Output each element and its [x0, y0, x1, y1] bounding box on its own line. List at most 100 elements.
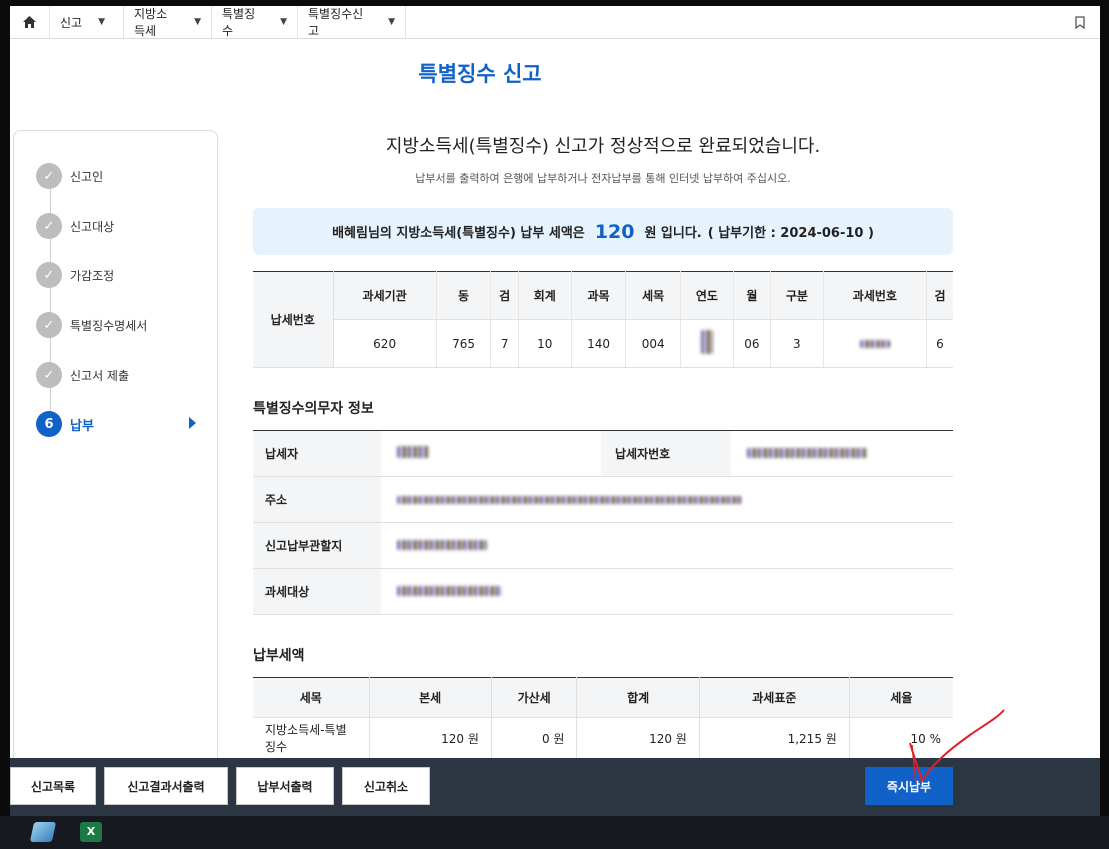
excel-app-icon[interactable]: X: [80, 822, 102, 842]
step-item: ✓ 특별징수명세서: [36, 312, 147, 338]
step-item: ✓ 가감조정: [36, 262, 114, 288]
table-row: 신고납부관할지: [253, 522, 953, 569]
column-header: 회계: [518, 271, 572, 320]
step-label: 납부: [70, 418, 94, 434]
table-cell: 6: [926, 319, 953, 368]
print-result-button[interactable]: 신고결과서출력: [104, 767, 228, 805]
column-header: 과목: [571, 271, 627, 320]
bookmark-icon: [1075, 15, 1085, 29]
table-cell: 120 원: [576, 717, 700, 760]
step-item-active: 6 납부: [36, 411, 206, 437]
pay-now-button[interactable]: 즉시납부: [865, 767, 953, 805]
tax-amount-table: 세목 본세 가산세 합계 과세표준 세율 지방소득세-특별징수 120 원 0 …: [253, 677, 953, 760]
table-cell: 06: [733, 319, 771, 368]
notepad-app-icon[interactable]: [29, 822, 57, 842]
redacted-value: [397, 446, 429, 458]
redacted-value: [859, 339, 890, 348]
page-title: 특별징수 신고: [418, 62, 542, 86]
step-number: 6: [36, 411, 62, 437]
jurisdiction-value: [381, 522, 953, 569]
completion-subtitle: 납부서를 출력하여 은행에 납부하거나 전자납부를 통해 인터넷 납부하여 주십…: [415, 172, 791, 185]
column-header: 가산세: [491, 677, 578, 718]
breadcrumb-label: 특별징수: [222, 7, 256, 38]
check-icon: ✓: [36, 262, 62, 288]
obligor-section-title: 특별징수의무자 정보: [253, 401, 374, 417]
action-bar: 신고목록 신고결과서출력 납부서출력 신고취소 즉시납부: [10, 758, 1100, 816]
table-cell-redacted: [680, 319, 734, 368]
redacted-value: [397, 539, 487, 550]
breadcrumb-label: 특별징수신고: [308, 7, 364, 38]
step-item: ✓ 신고인: [36, 163, 103, 189]
breadcrumb-item-special-collection-report[interactable]: 특별징수신고 ▼: [298, 6, 406, 39]
address-label: 주소: [253, 476, 381, 523]
check-icon: ✓: [36, 362, 62, 388]
table-row: 620 765 7 10 140 004 06 3 6: [253, 319, 953, 368]
taxpayer-no-value: [731, 430, 953, 477]
taxpayer-value: [381, 430, 601, 477]
table-cell: 140: [571, 319, 627, 368]
column-header: 세목: [253, 677, 370, 718]
step-label: 신고인: [70, 169, 104, 184]
obligor-info-table: 납세자 납세자번호 주소 신고납부관할지 과세대상: [253, 430, 953, 615]
column-header: 합계: [576, 677, 700, 718]
table-cell: 1,215 원: [699, 717, 850, 760]
table-cell: 7: [490, 319, 519, 368]
table-cell: 10: [518, 319, 572, 368]
jurisdiction-label: 신고납부관할지: [253, 522, 381, 569]
breadcrumb-item-report[interactable]: 신고 ▼: [50, 6, 124, 39]
notice-suffix: 원 입니다.: [644, 226, 702, 241]
check-icon: ✓: [36, 163, 62, 189]
column-header: 검: [926, 271, 953, 320]
address-value: [381, 476, 953, 523]
step-sidebar: ✓ 신고인 ✓ 신고대상 ✓ 가감조정 ✓ 특별징수명세서 ✓ 신고서 제출 6…: [13, 130, 218, 816]
breadcrumb-label: 지방소득세: [134, 7, 168, 38]
taxpayer-no-label: 납세자번호: [601, 430, 731, 477]
taskbar: X: [0, 816, 1109, 849]
column-header: 연도: [680, 271, 734, 320]
table-cell: 10 %: [910, 731, 942, 746]
notice-amount: 120: [594, 220, 635, 243]
column-header: 본세: [369, 677, 492, 718]
redacted-value: [700, 330, 713, 354]
notice-due-date: ( 납부기한 : 2024-06-10 ): [707, 226, 874, 241]
column-header: 세목: [625, 271, 681, 320]
redacted-value: [397, 495, 742, 504]
step-item: ✓ 신고서 제출: [36, 362, 129, 388]
table-cell: 620: [333, 319, 437, 368]
breadcrumb: 신고 ▼ 지방소득세 ▼ 특별징수 ▼ 특별징수신고 ▼: [10, 6, 1100, 39]
report-list-button[interactable]: 신고목록: [10, 767, 96, 805]
column-header: 동: [436, 271, 492, 320]
table-cell: 지방소득세-특별징수: [253, 717, 370, 760]
table-row: 과세대상: [253, 568, 953, 615]
home-button[interactable]: [10, 6, 50, 39]
check-icon: ✓: [36, 312, 62, 338]
redacted-value: [747, 447, 867, 458]
home-icon: [23, 16, 36, 28]
caret-right-icon: [189, 417, 196, 429]
chevron-down-icon: ▼: [98, 17, 106, 27]
browser-window: 신고 ▼ 지방소득세 ▼ 특별징수 ▼ 특별징수신고 ▼ 특별징수 신고 ✓ 신…: [10, 6, 1100, 816]
amount-section-title: 납부세액: [253, 648, 305, 664]
tax-amount-notice: 배혜림님의 지방소득세(특별징수) 납부 세액은 120 원 입니다. ( 납부…: [253, 208, 953, 255]
target-value: [381, 568, 953, 615]
cancel-report-button[interactable]: 신고취소: [342, 767, 430, 805]
step-item: ✓ 신고대상: [36, 213, 114, 239]
redacted-value: [397, 585, 502, 596]
print-bill-button[interactable]: 납부서출력: [236, 767, 334, 805]
step-label: 신고서 제출: [70, 368, 130, 383]
tax-number-row-header: 납세번호: [253, 271, 334, 368]
breadcrumb-item-special-collection[interactable]: 특별징수 ▼: [212, 6, 298, 39]
column-header: 검: [490, 271, 519, 320]
bookmark-button[interactable]: [1060, 6, 1100, 39]
column-header: 월: [733, 271, 771, 320]
step-label: 가감조정: [70, 268, 115, 283]
column-header: 과세번호: [823, 271, 928, 320]
column-header: 과세표준: [699, 677, 850, 718]
chevron-down-icon: ▼: [280, 17, 287, 27]
breadcrumb-item-local-income-tax[interactable]: 지방소득세 ▼: [124, 6, 212, 39]
step-label: 신고대상: [70, 219, 115, 234]
breadcrumb-label: 신고: [60, 15, 83, 30]
step-label: 특별징수명세서: [70, 318, 148, 333]
table-cell-redacted: [823, 319, 928, 368]
check-icon: ✓: [36, 213, 62, 239]
